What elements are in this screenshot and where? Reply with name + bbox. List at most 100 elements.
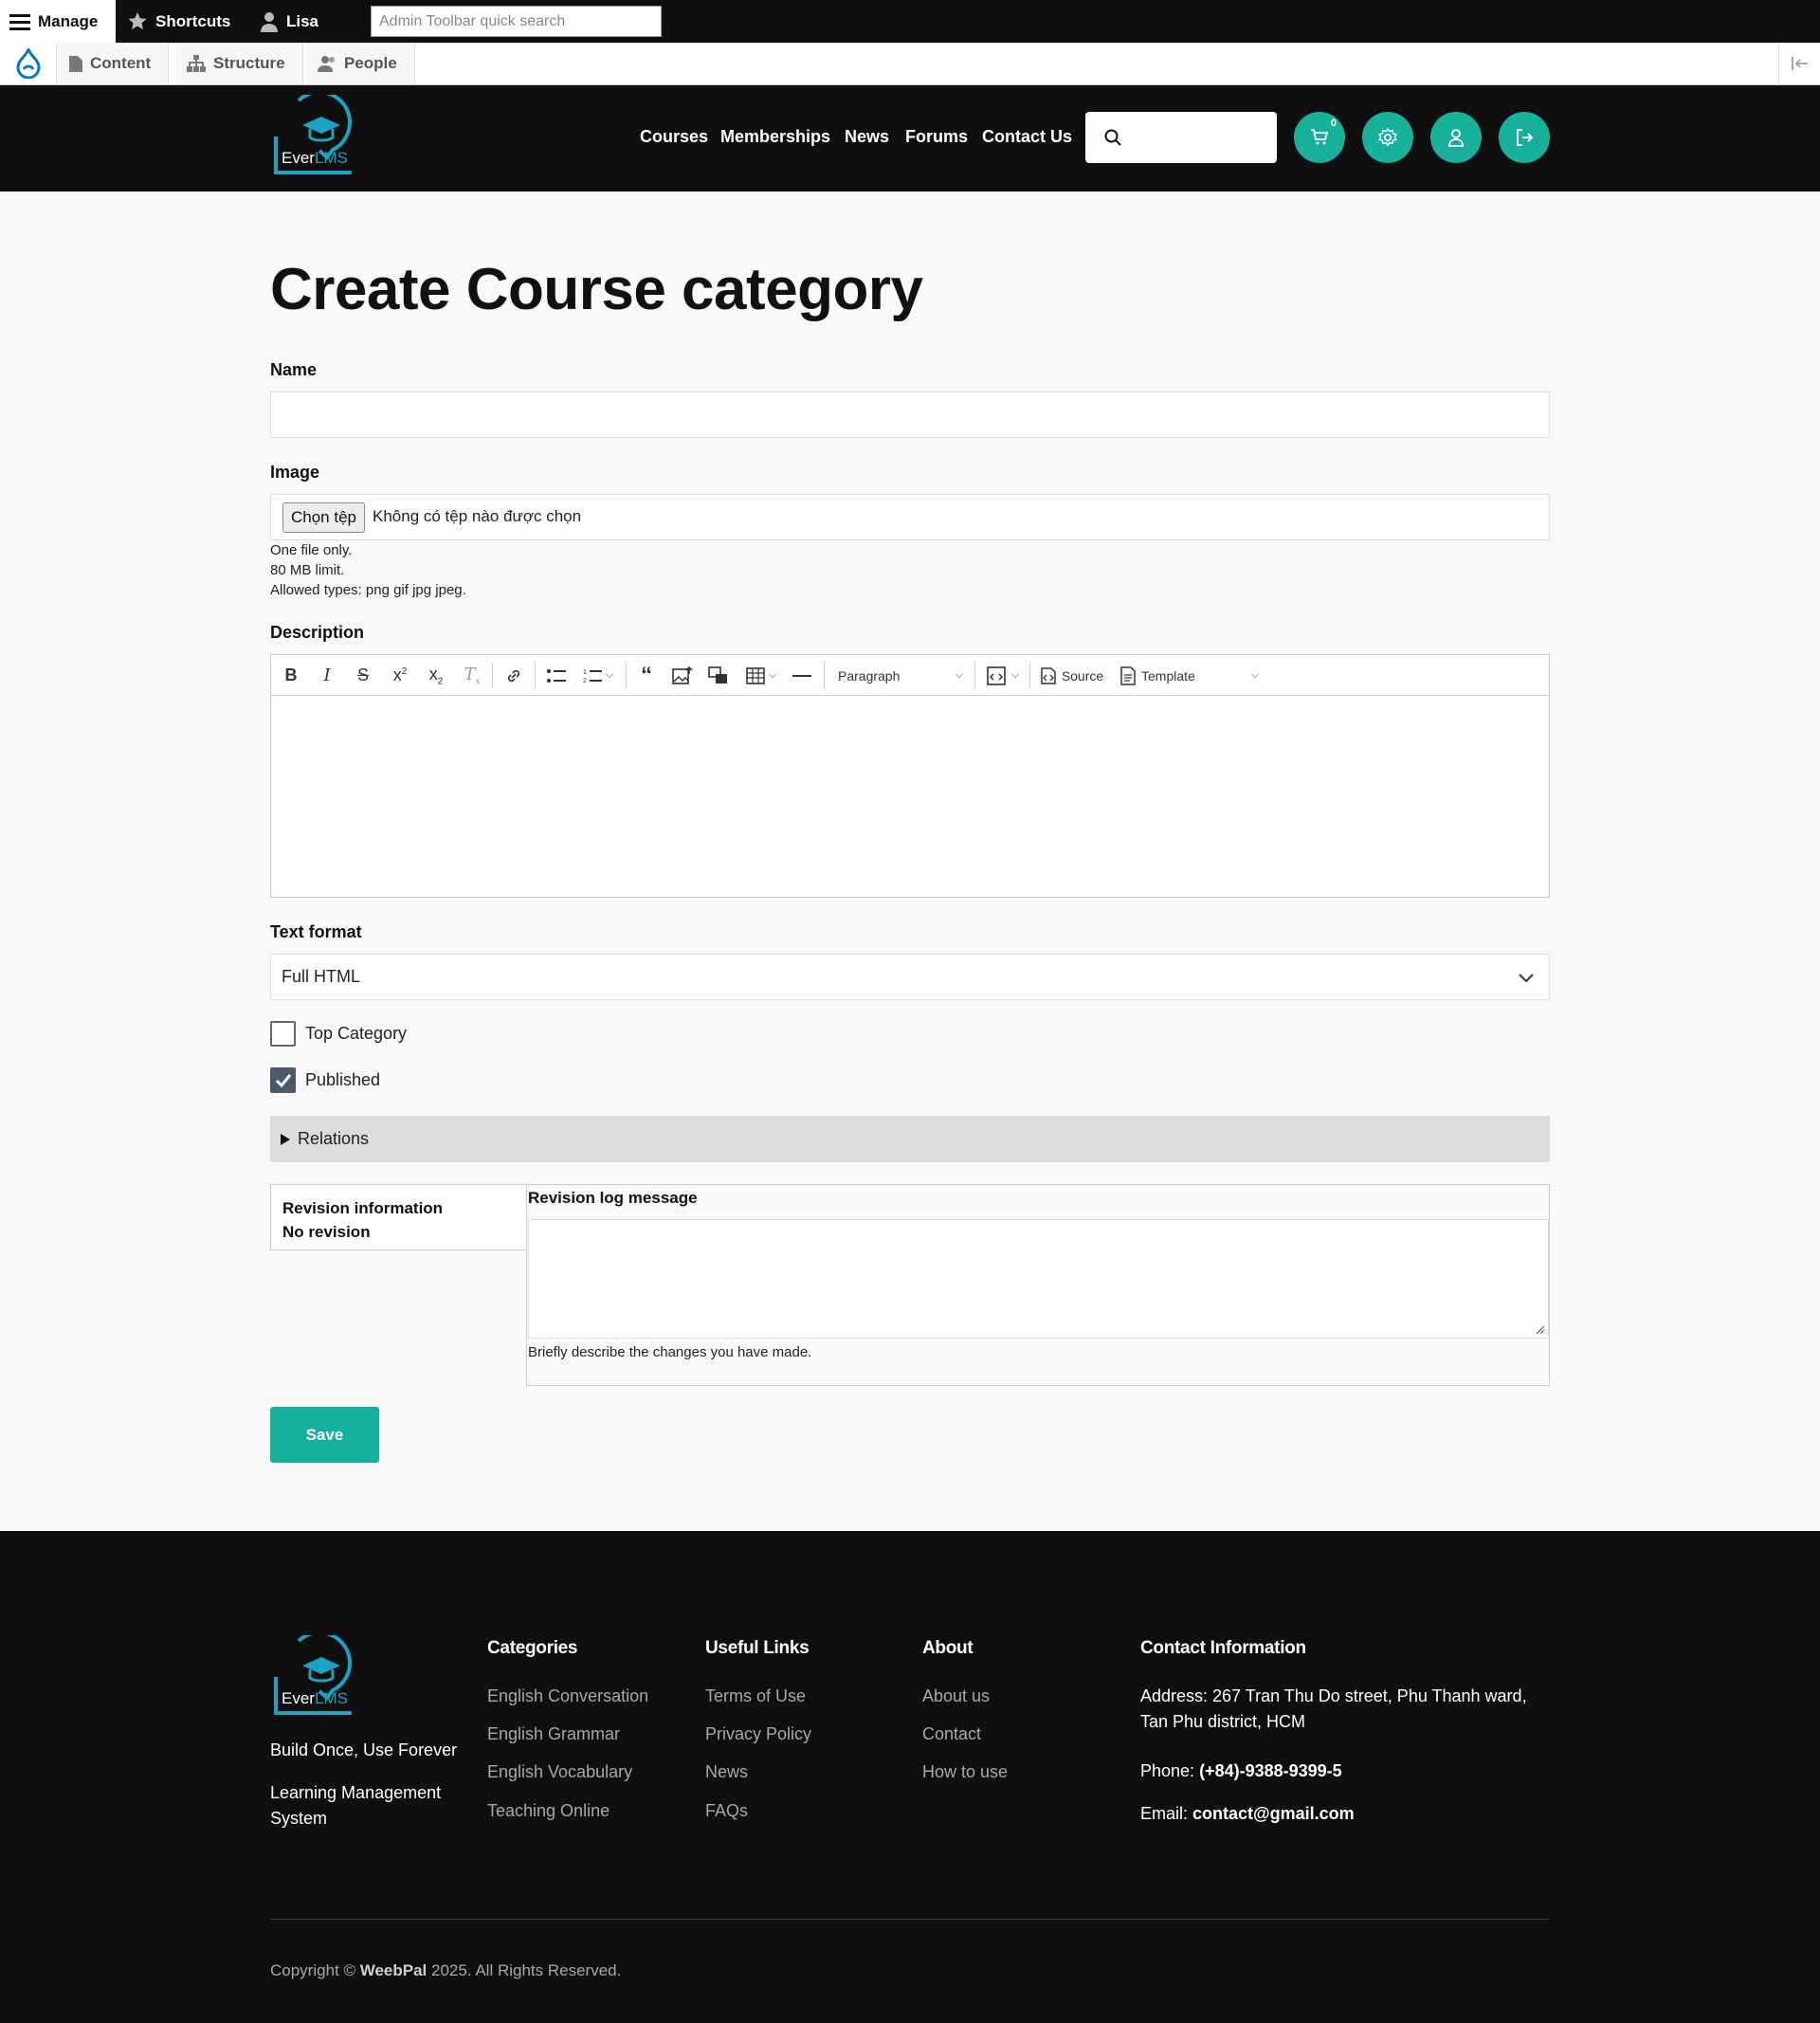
footer-logo[interactable]: Ever LMS (270, 1631, 357, 1723)
copyright-suffix: 2025. All Rights Reserved. (427, 1961, 622, 1979)
footer-phone-label: Phone: (1140, 1761, 1200, 1780)
blockquote-button[interactable]: “ (631, 655, 662, 696)
collapse-icon (1791, 57, 1808, 70)
template-dropdown[interactable]: Template ⌵ (1115, 655, 1266, 696)
remove-format-button[interactable]: Tx (457, 655, 487, 696)
code-block-icon (987, 665, 1006, 685)
footer-divider (270, 1919, 1550, 1920)
footer-link-english-vocabulary[interactable]: English Vocabulary (487, 1762, 632, 1782)
top-category-checkbox[interactable] (270, 1021, 296, 1047)
user-tab[interactable]: Lisa (260, 0, 318, 43)
image-help-text: One file only. 80 MB limit. Allowed type… (270, 540, 466, 600)
footer-link-contact[interactable]: Contact (922, 1724, 981, 1744)
nav-contact-us[interactable]: Contact Us (982, 127, 1072, 147)
toolbar-tab-content[interactable]: Content (58, 43, 170, 84)
source-button[interactable]: Source (1033, 655, 1109, 696)
editor-content-area[interactable] (271, 696, 1549, 897)
subscript-button[interactable]: x2 (421, 655, 451, 696)
site-logo[interactable]: Ever LMS (270, 90, 357, 183)
template-icon (1120, 665, 1136, 685)
media-embed-button[interactable] (703, 655, 734, 696)
insert-table-button[interactable]: ⌵ (739, 655, 783, 696)
cart-button[interactable]: 0 (1294, 112, 1345, 163)
name-label: Name (270, 360, 318, 379)
admin-search-input[interactable]: Admin Toolbar quick search (371, 6, 662, 37)
footer-link-privacy[interactable]: Privacy Policy (705, 1724, 811, 1744)
top-category-row: Top Category (270, 1021, 407, 1047)
toolbar-orientation-toggle[interactable] (1778, 43, 1820, 84)
document-icon (69, 55, 82, 72)
footer-email-value[interactable]: contact@gmail.com (1192, 1804, 1355, 1823)
logout-button[interactable] (1499, 112, 1550, 163)
nav-courses[interactable]: Courses (640, 127, 708, 147)
cart-count-badge: 0 (1330, 118, 1337, 129)
copyright-brand[interactable]: WeebPal (360, 1961, 428, 1979)
footer-link-terms[interactable]: Terms of Use (705, 1686, 806, 1706)
quote-icon: “ (641, 662, 652, 688)
revision-log-label: Revision log message (528, 1189, 698, 1207)
toolbar-tab-structure[interactable]: Structure (175, 43, 303, 84)
chevron-down-icon: ⌵ (955, 669, 963, 681)
nav-forums[interactable]: Forums (905, 127, 968, 147)
footer-link-how-to-use[interactable]: How to use (922, 1762, 1008, 1782)
manage-tab[interactable]: Manage (0, 0, 116, 43)
nav-memberships[interactable]: Memberships (720, 127, 830, 147)
link-icon (507, 669, 520, 682)
hamburger-icon (9, 13, 30, 30)
account-button[interactable] (1430, 112, 1482, 163)
name-input[interactable] (270, 392, 1550, 438)
people-icon (318, 56, 335, 72)
text-format-select[interactable]: Full HTML (270, 954, 1550, 1000)
insert-image-button[interactable] (667, 655, 698, 696)
horizontal-line-button[interactable] (787, 655, 817, 696)
shortcuts-tab[interactable]: Shortcuts (127, 0, 230, 43)
strikethrough-button[interactable]: S (349, 655, 377, 696)
save-button[interactable]: Save (270, 1407, 379, 1463)
source-label: Source (1061, 667, 1104, 683)
resize-handle-icon[interactable] (1536, 1325, 1545, 1335)
heading-dropdown-label: Paragraph (838, 667, 901, 683)
revision-pane: Revision log message Briefly describe th… (526, 1184, 1550, 1386)
italic-icon: I (323, 665, 331, 685)
footer-link-english-grammar[interactable]: English Grammar (487, 1724, 620, 1744)
superscript-button[interactable]: x2 (385, 655, 415, 696)
toolbar-tab-people[interactable]: People (306, 43, 415, 84)
drupal-logo[interactable] (0, 43, 57, 84)
editor-toolbar: B I S x2 x2 Tx 12 ⌵ “ ⌵ Paragraph ⌵ ⌵ So… (271, 655, 1549, 696)
revision-log-textarea[interactable] (528, 1219, 1549, 1339)
revision-info-tab[interactable]: Revision information No revision (270, 1184, 527, 1250)
manage-label: Manage (38, 11, 99, 30)
footer-link-news[interactable]: News (705, 1762, 748, 1782)
heading-dropdown[interactable]: Paragraph ⌵ (830, 655, 971, 696)
nav-news[interactable]: News (845, 127, 889, 147)
footer-phone-value[interactable]: (+84)-9388-9399-5 (1199, 1761, 1342, 1780)
footer-link-english-conversation[interactable]: English Conversation (487, 1686, 648, 1706)
copyright-prefix: Copyright © (270, 1961, 360, 1979)
code-block-button[interactable]: ⌵ (980, 655, 1026, 696)
published-checkbox[interactable] (270, 1067, 296, 1093)
footer-useful-links-title: Useful Links (705, 1638, 810, 1658)
bold-button[interactable]: B (277, 655, 305, 696)
revision-info-status: No revision (282, 1223, 371, 1241)
footer-link-teaching-online[interactable]: Teaching Online (487, 1801, 610, 1821)
footer-about-title: About (922, 1638, 974, 1658)
settings-button[interactable] (1362, 112, 1413, 163)
footer-phone: Phone: (+84)-9388-9399-5 (1140, 1759, 1557, 1784)
footer-link-about-us[interactable]: About us (922, 1686, 990, 1706)
italic-button[interactable]: I (313, 655, 341, 696)
image-label: Image (270, 463, 320, 482)
link-button[interactable] (499, 655, 529, 696)
choose-file-button[interactable]: Chọn tệp (282, 502, 365, 533)
table-icon (746, 666, 765, 684)
footer-tagline: Build Once, Use Forever (270, 1741, 458, 1759)
chevron-down-icon: ⌵ (768, 669, 777, 681)
relations-details[interactable]: Relations (270, 1116, 1550, 1162)
numbered-list-button[interactable]: 12 ⌵ (576, 655, 620, 696)
template-label: Template (1141, 667, 1195, 683)
site-search-input[interactable] (1085, 112, 1277, 163)
bold-icon: B (284, 665, 298, 684)
description-editor: B I S x2 x2 Tx 12 ⌵ “ ⌵ Paragraph ⌵ ⌵ So… (270, 654, 1550, 898)
footer-link-faqs[interactable]: FAQs (705, 1801, 748, 1821)
toolbar-separator (492, 663, 493, 688)
bulleted-list-button[interactable] (540, 655, 573, 696)
